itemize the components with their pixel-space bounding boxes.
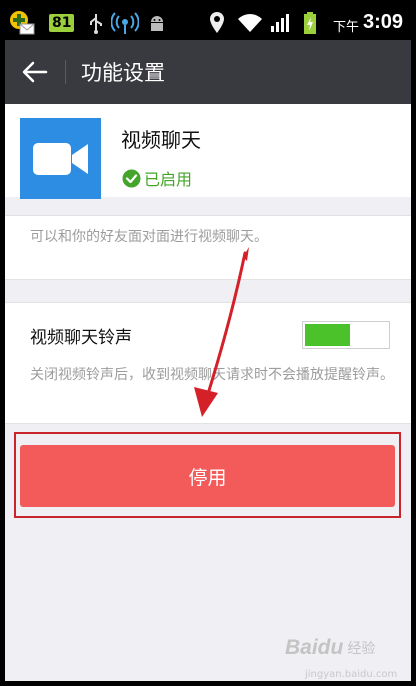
watermark-url: jingyan.baidu.com bbox=[305, 669, 398, 680]
app-frame: 81 下午 3:09 功能设置 视频聊天 已启用 可以和你的好友面对面进行视频聊… bbox=[5, 5, 411, 681]
watermark-text: Baidu bbox=[285, 636, 344, 659]
baidu-watermark: Baidu 经验 bbox=[285, 636, 375, 660]
watermark-sub: 经验 bbox=[347, 641, 376, 657]
annotation-arrow bbox=[194, 247, 249, 417]
